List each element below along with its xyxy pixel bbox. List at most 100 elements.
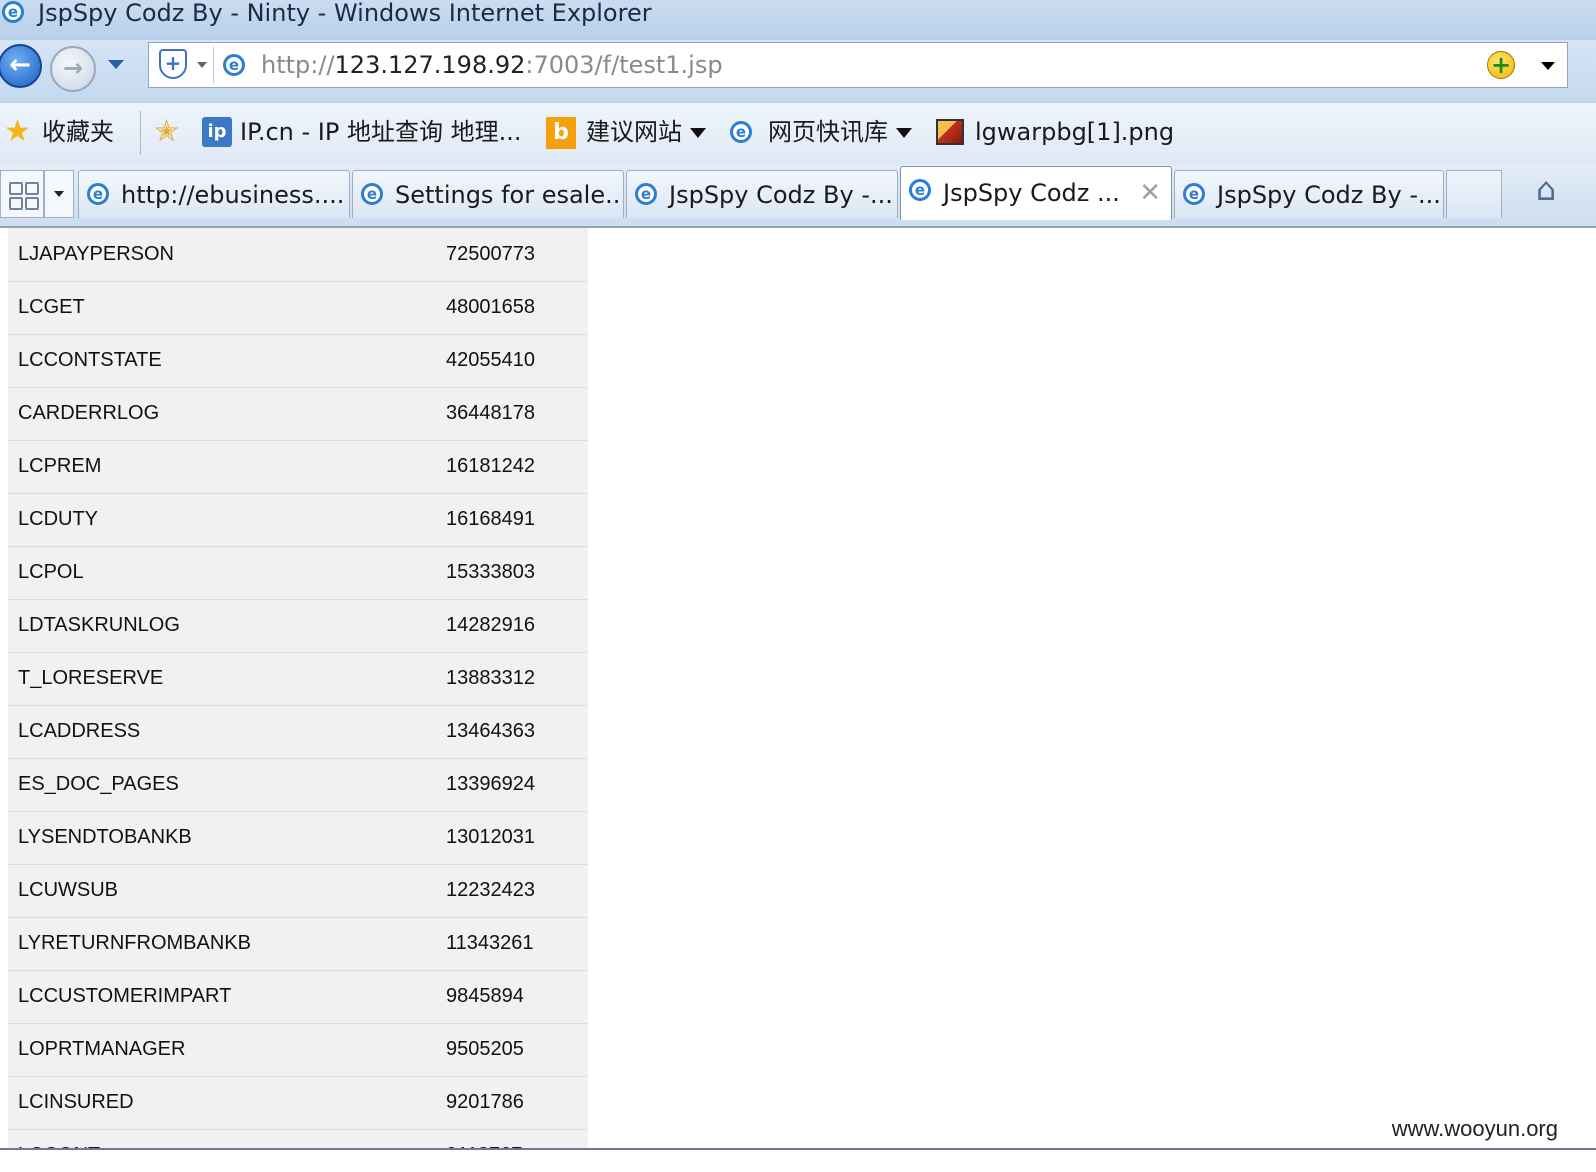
tab-jspspy-1[interactable]: JspSpy Codz By -... xyxy=(626,170,898,218)
table-row: LCDUTY 16168491 xyxy=(8,493,588,547)
table-row: LYSENDTOBANKB 13012031 xyxy=(8,811,588,865)
table-row: LCADDRESS 13464363 xyxy=(8,705,588,759)
favorites-button[interactable]: 收藏夹 xyxy=(42,115,114,149)
home-icon[interactable]: ⌂ xyxy=(1530,172,1562,206)
table-count-cell: 9845894 xyxy=(446,970,588,1024)
table-row: LCGET 48001658 xyxy=(8,281,588,335)
ie-icon xyxy=(1183,183,1205,205)
ie-icon xyxy=(87,183,109,205)
table-name-cell: T_LORESERVE xyxy=(8,652,446,706)
table-size-list: LJAPAYPERSON 72500773 LCGET 48001658 LCCONTS… xyxy=(8,228,588,1148)
table-row: LCUWSUB 12232423 xyxy=(8,864,588,918)
table-row: LJAPAYPERSON 72500773 xyxy=(8,228,588,282)
table-row: LCCUSTOMERIMPART 9845894 xyxy=(8,970,588,1024)
url-prefix: http:// xyxy=(261,51,335,79)
navigation-bar: ← → + http://123.127.198.92:7003/f/test1… xyxy=(0,40,1596,102)
table-name-cell: LCPREM xyxy=(8,440,446,494)
web-slice-dropdown-icon[interactable] xyxy=(896,128,912,138)
table-body: LJAPAYPERSON 72500773 LCGET 48001658 LCCONTS… xyxy=(8,228,588,1148)
favorite-link-ip[interactable]: IP.cn - IP 地址查询 地理... xyxy=(240,115,521,149)
address-dropdown-icon[interactable] xyxy=(1541,62,1555,70)
table-row: CARDERRLOG 36448178 xyxy=(8,387,588,441)
ie-icon xyxy=(730,121,752,143)
page-content: LJAPAYPERSON 72500773 LCGET 48001658 LCCONTS… xyxy=(0,228,1568,1148)
table-name-cell: LYRETURNFROMBANKB xyxy=(8,917,446,971)
ie-icon xyxy=(909,179,931,201)
address-divider xyxy=(213,47,214,83)
table-name-cell: CARDERRLOG xyxy=(8,387,446,441)
title-bar: JspSpy Codz By - Ninty - Windows Interne… xyxy=(0,0,1596,40)
table-name-cell: LCCONT xyxy=(8,1129,446,1148)
back-button[interactable]: ← xyxy=(0,44,42,88)
table-name-cell: LCPOL xyxy=(8,546,446,600)
table-name-cell: LCINSURED xyxy=(8,1076,446,1130)
url-path: :7003/f/test1.jsp xyxy=(525,51,723,79)
table-name-cell: LOPRTMANAGER xyxy=(8,1023,446,1077)
chevron-down-icon[interactable] xyxy=(197,62,207,68)
new-tab-button[interactable] xyxy=(1446,170,1502,218)
image-icon xyxy=(936,119,964,145)
table-count-cell: 42055410 xyxy=(446,334,588,388)
table-name-cell: LCCUSTOMERIMPART xyxy=(8,970,446,1024)
table-row: LCPREM 16181242 xyxy=(8,440,588,494)
table-name-cell: LCCONTSTATE xyxy=(8,334,446,388)
table-count-cell: 13012031 xyxy=(446,811,588,865)
status-divider xyxy=(0,1148,1596,1150)
shield-icon[interactable]: + xyxy=(159,49,187,79)
favorites-bar: ★ 收藏夹 ✭ ip IP.cn - IP 地址查询 地理... b 建议网站 … xyxy=(0,102,1596,165)
address-bar[interactable]: + http://123.127.198.92:7003/f/test1.jsp… xyxy=(148,42,1568,88)
tab-ebusiness[interactable]: http://ebusiness.... xyxy=(78,170,350,218)
table-count-cell: 9118767 xyxy=(446,1129,588,1148)
watermark: www.wooyun.org xyxy=(1391,1116,1558,1141)
table-row: ES_DOC_PAGES 13396924 xyxy=(8,758,588,812)
table-name-cell: LCUWSUB xyxy=(8,864,446,918)
tab-list-button[interactable] xyxy=(44,170,74,218)
favorites-star-icon[interactable]: ★ xyxy=(4,115,31,149)
table-count-cell: 48001658 xyxy=(446,281,588,335)
table-row: LCPOL 15333803 xyxy=(8,546,588,600)
ie-icon xyxy=(361,183,383,205)
favorite-web-slice[interactable]: 网页快讯库 xyxy=(768,115,888,149)
tab-label: JspSpy Codz By -... xyxy=(1217,181,1441,209)
ie-icon xyxy=(635,183,657,205)
table-count-cell: 72500773 xyxy=(446,228,588,282)
ip-icon: ip xyxy=(202,117,232,147)
tab-bar: http://ebusiness.... Settings for esale.… xyxy=(0,164,1596,228)
table-count-cell: 36448178 xyxy=(446,387,588,441)
table-count-cell: 13396924 xyxy=(446,758,588,812)
table-count-cell: 9505205 xyxy=(446,1023,588,1077)
add-favorite-icon[interactable]: ✭ xyxy=(154,115,179,149)
url-text[interactable]: http://123.127.198.92:7003/f/test1.jsp xyxy=(261,49,723,81)
favorite-suggested-sites[interactable]: 建议网站 xyxy=(586,115,682,149)
forward-button[interactable]: → xyxy=(50,46,96,92)
recent-pages-dropdown[interactable] xyxy=(108,60,124,69)
tab-settings[interactable]: Settings for esale... xyxy=(352,170,624,218)
add-icon[interactable]: + xyxy=(1487,51,1515,79)
window-title: JspSpy Codz By - Ninty - Windows Interne… xyxy=(38,0,652,27)
tab-label: JspSpy Codz ... xyxy=(943,179,1120,207)
table-row: LDTASKRUNLOG 14282916 xyxy=(8,599,588,653)
ie-logo-icon xyxy=(2,1,24,23)
tab-label: http://ebusiness.... xyxy=(121,181,345,209)
close-icon[interactable]: ✕ xyxy=(1139,177,1161,209)
table-count-cell: 13883312 xyxy=(446,652,588,706)
table-count-cell: 15333803 xyxy=(446,546,588,600)
table-name-cell: LJAPAYPERSON xyxy=(8,228,446,282)
favorite-image-link[interactable]: lgwarpbg[1].png xyxy=(975,115,1174,149)
table-count-cell: 9201786 xyxy=(446,1076,588,1130)
suggested-sites-dropdown-icon[interactable] xyxy=(690,128,706,138)
favorites-divider xyxy=(140,111,141,155)
table-row: LOPRTMANAGER 9505205 xyxy=(8,1023,588,1077)
tab-jspspy-2[interactable]: JspSpy Codz By -... xyxy=(1174,170,1444,218)
tab-label: Settings for esale... xyxy=(395,181,624,209)
table-row: T_LORESERVE 13883312 xyxy=(8,652,588,706)
table-count-cell: 12232423 xyxy=(446,864,588,918)
quick-tabs-button[interactable] xyxy=(0,170,44,218)
bing-icon: b xyxy=(546,117,576,149)
table-name-cell: LDTASKRUNLOG xyxy=(8,599,446,653)
tab-jspspy-active[interactable]: JspSpy Codz ... ✕ xyxy=(900,166,1172,220)
table-row: LCCONT9118767 xyxy=(8,1129,588,1148)
table-name-cell: ES_DOC_PAGES xyxy=(8,758,446,812)
tab-label: JspSpy Codz By -... xyxy=(669,181,893,209)
scrollbar[interactable] xyxy=(1568,228,1596,1148)
